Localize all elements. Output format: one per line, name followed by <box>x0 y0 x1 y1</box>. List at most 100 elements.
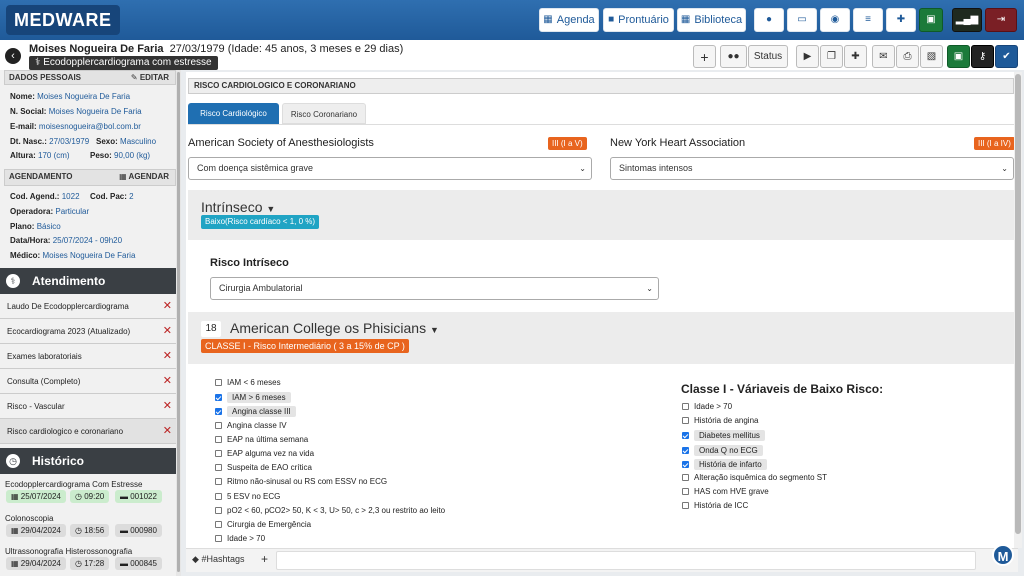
checkbox-item[interactable]: Angina classe III <box>215 406 296 418</box>
signal-button[interactable]: ▂▄▆ <box>952 8 982 32</box>
remove-icon[interactable]: ✕ <box>163 394 172 419</box>
checkbox[interactable] <box>215 535 222 543</box>
video-button[interactable]: ▶ <box>796 45 819 68</box>
menu-button[interactable]: ≡ <box>853 8 883 32</box>
checkbox[interactable] <box>215 379 222 386</box>
checkbox-item[interactable]: EAP alguma vez na vida <box>215 449 314 458</box>
status-button[interactable]: Status <box>748 45 788 68</box>
checkbox-item[interactable]: Diabetes mellitus <box>682 430 765 442</box>
intrinseco-badge: Baixo(Risco cardíaco < 1, 0 %) <box>201 215 320 229</box>
checkbox[interactable] <box>682 446 689 454</box>
checkbox[interactable] <box>682 502 689 510</box>
checkbox[interactable] <box>682 432 689 440</box>
group-button[interactable]: ●● <box>720 45 747 68</box>
chat-avatar[interactable]: M <box>992 544 1014 566</box>
edit-button[interactable]: ✎ EDITAR <box>131 71 169 84</box>
checkbox-item[interactable]: Suspeita de EAO crítica <box>215 463 312 472</box>
nyha-select[interactable]: Sintomas intensos ⌄ <box>610 157 1014 180</box>
sidebar-scrollbar-thumb[interactable] <box>177 72 180 572</box>
checkbox[interactable] <box>215 450 222 457</box>
checkbox[interactable] <box>215 492 222 500</box>
checkbox[interactable] <box>682 403 689 410</box>
remove-icon[interactable]: ✕ <box>163 419 172 444</box>
caret-down-icon: ▼ <box>266 204 276 214</box>
checkbox[interactable] <box>215 506 222 514</box>
checkbox-item[interactable]: Onda Q no ECG <box>682 444 763 456</box>
mail-button[interactable]: ✉ <box>872 45 895 68</box>
checkbox-item[interactable]: Idade > 70 <box>682 402 732 411</box>
chat-button[interactable]: ◉ <box>820 8 850 32</box>
historico-item-title[interactable]: Ecodopplercardiograma Com Estresse <box>5 480 142 489</box>
logout-button[interactable]: ⇥ <box>985 8 1017 32</box>
tab-risco-cardiologico[interactable]: Risco Cardiológico <box>188 103 279 124</box>
checkbox-item[interactable]: HAS com HVE grave <box>682 487 769 496</box>
checkbox-item[interactable]: História de infarto <box>682 458 767 470</box>
add-button[interactable]: + <box>693 45 716 68</box>
atendimento-item[interactable]: Laudo De Ecodopplercardiograma ✕ <box>0 294 180 319</box>
add-hashtag-button[interactable]: + <box>261 552 268 566</box>
image-button[interactable]: ▧ <box>920 45 943 68</box>
checkbox-item[interactable]: IAM > 6 meses <box>215 392 291 404</box>
checkbox[interactable] <box>682 417 689 425</box>
intrinseco-title[interactable]: Intrínseco ▼ <box>201 199 275 215</box>
key-button[interactable]: ⚷ <box>971 45 994 68</box>
acp-title[interactable]: American College os Phisicians ▼ <box>230 320 439 336</box>
checkbox[interactable] <box>682 488 689 496</box>
checkbox-item[interactable]: IAM < 6 meses <box>215 378 281 387</box>
tab-risco-coronariano[interactable]: Risco Coronariano <box>282 103 366 124</box>
main-scrollbar-thumb[interactable] <box>1015 74 1021 534</box>
checkbox[interactable] <box>215 408 222 416</box>
copy-button[interactable]: ❐ <box>820 45 843 68</box>
nsocial-row: N. Social: Moises Nogueira De Faria <box>10 107 142 116</box>
checkbox-label: História de infarto <box>694 458 767 470</box>
risco-intrinseco-select[interactable]: Cirurgia Ambulatorial ⌄ <box>210 277 659 300</box>
remove-icon[interactable]: ✕ <box>163 319 172 344</box>
prontuario-button[interactable]: ■ Prontuário <box>603 8 674 32</box>
expand-button[interactable]: ✚ <box>886 8 916 32</box>
checkbox[interactable] <box>215 464 222 472</box>
checkbox[interactable] <box>682 460 689 468</box>
atendimento-item[interactable]: Exames laboratoriais ✕ <box>0 344 180 369</box>
atendimento-item[interactable]: Consulta (Completo) ✕ <box>0 369 180 394</box>
checkbox[interactable] <box>215 521 222 528</box>
checkbox-item[interactable]: Angina classe IV <box>215 421 287 430</box>
confirm-button[interactable]: ✔ <box>995 45 1018 68</box>
app-logo[interactable]: MEDWARE <box>6 5 120 35</box>
biblioteca-button[interactable]: ▦ Biblioteca <box>677 8 746 32</box>
checkbox-item[interactable]: pO2 < 60, pCO2> 50, K < 3, U> 50, c > 2,… <box>215 506 445 515</box>
checkbox-item[interactable]: Alteração isquêmica do segmento ST <box>682 473 827 482</box>
checkbox-item[interactable]: História de ICC <box>682 501 748 510</box>
print-button[interactable]: ⎙ <box>896 45 919 68</box>
check-icon: ✔ <box>1002 51 1011 62</box>
hashtag-input[interactable] <box>276 551 976 570</box>
checkbox-item[interactable]: 5 ESV no ECG <box>215 492 280 501</box>
checkbox-item[interactable]: Cirurgia de Emergência <box>215 520 311 529</box>
checkbox[interactable] <box>215 394 222 402</box>
remove-icon[interactable]: ✕ <box>163 294 172 319</box>
checkbox-item[interactable]: Idade > 70 <box>215 534 265 543</box>
checkbox[interactable] <box>215 478 222 486</box>
remove-icon[interactable]: ✕ <box>163 369 172 394</box>
checkbox-item[interactable]: História de angina <box>682 416 758 425</box>
agendar-button[interactable]: ▦ AGENDAR <box>119 170 169 183</box>
asa-select[interactable]: Com doença sistêmica grave ⌄ <box>188 157 592 180</box>
checkbox-item[interactable]: EAP na última semana <box>215 435 308 444</box>
save-button[interactable]: ▣ <box>947 45 970 68</box>
patient-name: Moises Nogueira De Faria <box>29 43 164 55</box>
remove-icon[interactable]: ✕ <box>163 344 172 369</box>
checkbox[interactable] <box>682 474 689 481</box>
kit-button[interactable]: ✚ <box>844 45 867 68</box>
historico-item-title[interactable]: Ultrassonografia Histerossonografia <box>5 547 132 556</box>
agenda-button[interactable]: ▦ Agenda <box>539 8 599 32</box>
atendimento-item-active[interactable]: Risco cardiologico e coronariano ✕ <box>0 419 180 444</box>
monitor-button[interactable]: ▭ <box>787 8 817 32</box>
user-button[interactable]: ● <box>754 8 784 32</box>
atendimento-item[interactable]: Risco - Vascular ✕ <box>0 394 180 419</box>
checkbox[interactable] <box>215 421 222 429</box>
historico-item-title[interactable]: Colonoscopia <box>5 514 53 523</box>
checkbox[interactable] <box>215 435 222 443</box>
back-button[interactable]: ‹ <box>5 48 21 64</box>
atendimento-item[interactable]: Ecocardiograma 2023 (Atualizado) ✕ <box>0 319 180 344</box>
lock-button[interactable]: ▣ <box>919 8 943 32</box>
checkbox-item[interactable]: Ritmo não-sinusal ou RS com ESSV no ECG <box>215 477 387 486</box>
